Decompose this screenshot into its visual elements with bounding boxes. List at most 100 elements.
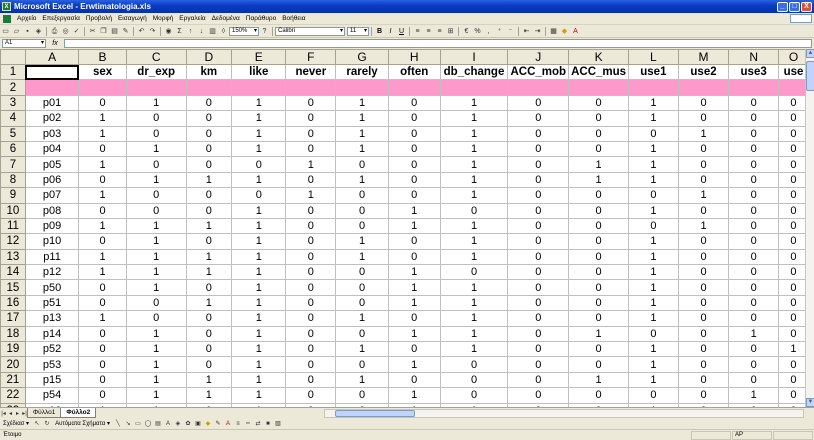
value-cell[interactable]: 0 <box>335 356 389 373</box>
value-cell[interactable]: 0 <box>677 140 730 158</box>
row-header[interactable]: 16 <box>0 294 26 312</box>
value-cell[interactable]: 1 <box>78 310 127 327</box>
value-cell[interactable]: 0 <box>568 279 630 296</box>
value-cell[interactable]: 1 <box>439 233 509 250</box>
value-cell[interactable]: 1 <box>185 248 233 266</box>
value-cell[interactable]: 0 <box>185 233 233 250</box>
column-header-e[interactable]: E <box>231 49 287 65</box>
value-cell[interactable]: 0 <box>677 264 730 281</box>
document-icon[interactable] <box>3 14 11 23</box>
value-cell[interactable]: 0 <box>78 171 127 189</box>
value-cell[interactable]: 0 <box>568 294 630 312</box>
value-cell[interactable]: 1 <box>185 371 233 389</box>
value-cell[interactable]: 1 <box>628 279 679 296</box>
value-cell[interactable]: 0 <box>677 110 730 127</box>
value-cell[interactable]: 1 <box>231 294 287 312</box>
value-cell[interactable]: 1 <box>125 248 187 266</box>
id-cell[interactable]: p10 <box>24 233 80 250</box>
empty-cell[interactable] <box>568 79 630 96</box>
value-cell[interactable]: 1 <box>628 248 679 266</box>
value-cell[interactable]: 0 <box>507 187 570 204</box>
value-cell[interactable]: 0 <box>507 171 570 189</box>
value-cell[interactable]: 1 <box>568 371 630 389</box>
value-cell[interactable]: 0 <box>728 356 779 373</box>
value-cell[interactable]: 1 <box>628 110 679 127</box>
value-cell[interactable]: 1 <box>335 110 389 127</box>
value-cell[interactable]: 0 <box>78 387 127 404</box>
paste-icon[interactable]: ▤ <box>110 27 120 36</box>
fill-color-icon[interactable]: ◆ <box>560 27 570 36</box>
value-cell[interactable]: 1 <box>777 341 810 358</box>
row-header[interactable]: 15 <box>0 279 26 296</box>
column-header-n[interactable]: N <box>728 49 779 65</box>
value-cell[interactable]: 1 <box>387 217 441 235</box>
value-cell[interactable]: 1 <box>335 94 389 112</box>
value-cell[interactable]: 0 <box>568 187 630 204</box>
column-header-h[interactable]: H <box>387 49 441 65</box>
empty-cell[interactable] <box>185 79 233 96</box>
value-cell[interactable]: 1 <box>387 356 441 373</box>
value-cell[interactable]: 0 <box>568 341 630 358</box>
horizontal-scroll-thumb[interactable] <box>335 409 415 417</box>
value-cell[interactable]: 0 <box>728 217 779 235</box>
value-cell[interactable]: 1 <box>439 248 509 266</box>
value-cell[interactable]: 0 <box>387 140 441 158</box>
row-header[interactable]: 17 <box>0 310 26 327</box>
row-header[interactable]: 8 <box>0 171 26 189</box>
empty-cell[interactable] <box>677 79 730 96</box>
value-cell[interactable]: 0 <box>777 264 810 281</box>
value-cell[interactable]: 1 <box>628 310 679 327</box>
value-cell[interactable]: 0 <box>335 202 389 219</box>
value-cell[interactable]: 0 <box>439 202 509 219</box>
next-sheet-icon[interactable]: ▸ <box>14 410 21 417</box>
chart-wizard-icon[interactable]: ▥ <box>208 27 218 36</box>
arrow-style-icon[interactable]: ⇄ <box>253 420 262 428</box>
row-header[interactable]: 11 <box>0 217 26 235</box>
header-cell[interactable]: ACC_mus <box>568 63 630 81</box>
value-cell[interactable]: 1 <box>231 110 287 127</box>
value-cell[interactable]: 0 <box>777 202 810 219</box>
autoshapes-menu[interactable]: Αυτόματα Σχήματα ▾ <box>52 420 113 427</box>
value-cell[interactable]: 1 <box>125 140 187 158</box>
value-cell[interactable]: 0 <box>335 156 389 173</box>
value-cell[interactable]: 0 <box>387 94 441 112</box>
value-cell[interactable]: 0 <box>387 310 441 327</box>
row-header[interactable]: 2 <box>0 79 26 96</box>
header-cell[interactable]: like <box>231 63 287 81</box>
id-cell[interactable]: p07 <box>24 187 80 204</box>
value-cell[interactable]: 1 <box>335 233 389 250</box>
column-header-m[interactable]: M <box>677 49 730 65</box>
autosum-icon[interactable]: Σ <box>175 27 185 36</box>
value-cell[interactable]: 1 <box>231 310 287 327</box>
id-cell[interactable]: p14 <box>24 325 80 343</box>
value-cell[interactable]: 1 <box>335 248 389 266</box>
column-header-c[interactable]: C <box>125 49 187 65</box>
value-cell[interactable]: 0 <box>677 325 730 343</box>
empty-cell[interactable] <box>777 79 810 96</box>
value-cell[interactable]: 0 <box>728 140 779 158</box>
value-cell[interactable]: 1 <box>78 125 127 142</box>
row-header[interactable]: 7 <box>0 156 26 173</box>
id-cell[interactable]: p15 <box>24 371 80 389</box>
value-cell[interactable]: 0 <box>387 233 441 250</box>
value-cell[interactable]: 1 <box>439 341 509 358</box>
value-cell[interactable]: 1 <box>231 171 287 189</box>
menu-help[interactable]: Βοήθεια <box>279 15 308 22</box>
dash-style-icon[interactable]: ┅ <box>243 420 252 428</box>
menu-file[interactable]: Αρχείο <box>14 15 39 22</box>
value-cell[interactable]: 0 <box>335 217 389 235</box>
zoom-select[interactable]: 150% <box>229 27 259 36</box>
value-cell[interactable]: 1 <box>285 187 337 204</box>
value-cell[interactable]: 1 <box>439 325 509 343</box>
value-cell[interactable]: 0 <box>728 187 779 204</box>
value-cell[interactable]: 1 <box>78 217 127 235</box>
value-cell[interactable]: 0 <box>568 140 630 158</box>
value-cell[interactable]: 0 <box>777 187 810 204</box>
value-cell[interactable]: 0 <box>677 171 730 189</box>
row-header[interactable]: 12 <box>0 233 26 250</box>
id-cell[interactable]: p12 <box>24 264 80 281</box>
format-painter-icon[interactable]: ✎ <box>121 27 131 36</box>
value-cell[interactable]: 0 <box>728 171 779 189</box>
header-cell[interactable]: km <box>185 63 233 81</box>
line-icon[interactable]: ╲ <box>113 420 122 428</box>
